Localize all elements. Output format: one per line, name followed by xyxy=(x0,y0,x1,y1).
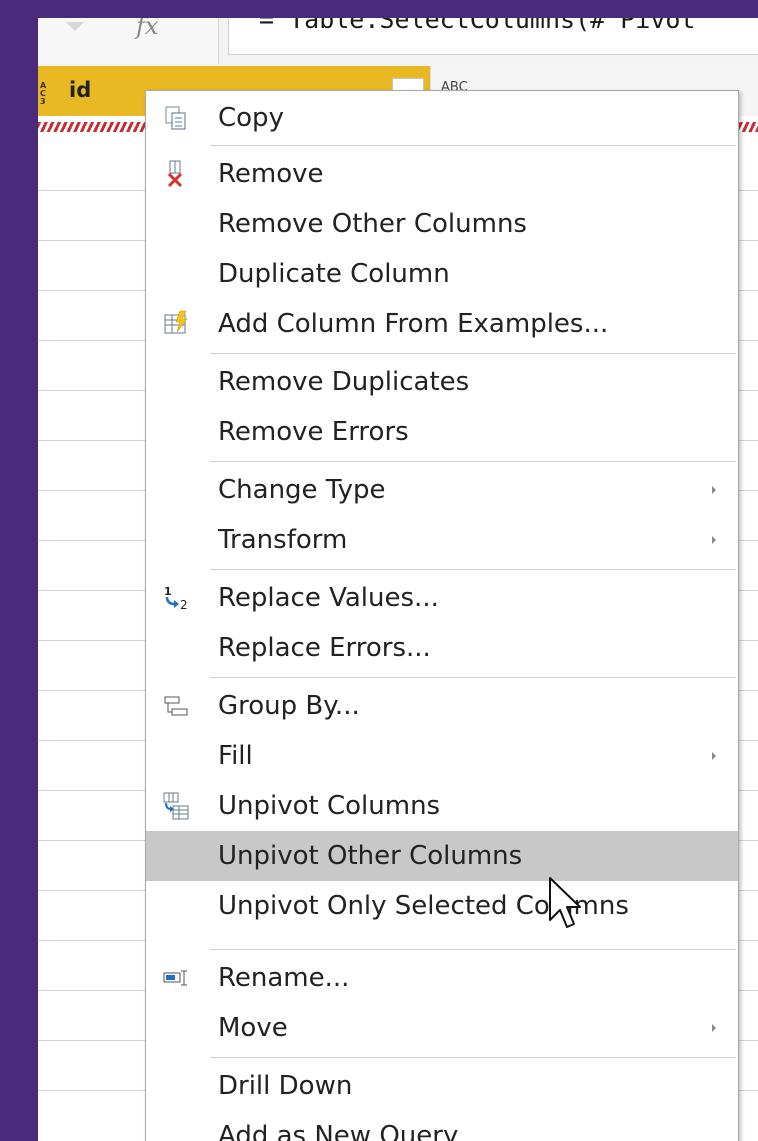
menu-item-label: Move xyxy=(218,1013,288,1043)
menu-item-label: Rename... xyxy=(218,963,350,993)
menu-separator xyxy=(210,1057,736,1058)
formula-input[interactable]: = Table.SelectColumns(#"Pivot xyxy=(228,18,758,55)
unpivot-columns-icon xyxy=(162,792,190,820)
menu-item-remove-errors[interactable]: Remove Errors xyxy=(146,407,738,457)
menu-item-duplicate-column[interactable]: Duplicate Column xyxy=(146,249,738,299)
menu-item-transform[interactable]: Transform xyxy=(146,515,738,565)
rename-icon xyxy=(162,964,190,992)
formula-text: = Table.SelectColumns(#"Pivot xyxy=(259,18,696,34)
menu-item-label: Transform xyxy=(218,525,348,555)
menu-item-label: Remove Other Columns xyxy=(218,209,527,239)
menu-item-label: Unpivot Columns xyxy=(218,791,441,821)
menu-item-move[interactable]: Move xyxy=(146,1003,738,1053)
submenu-arrow-icon xyxy=(712,486,716,494)
menu-item-label: Copy xyxy=(218,103,284,133)
menu-item-label: Fill xyxy=(218,741,253,771)
power-query-editor: fx = Table.SelectColumns(#"Pivot A C 3 i… xyxy=(38,18,758,1141)
submenu-arrow-icon xyxy=(712,1024,716,1032)
menu-item-copy[interactable]: Copy xyxy=(146,93,738,143)
menu-item-remove-duplicates[interactable]: Remove Duplicates xyxy=(146,357,738,407)
menu-item-unpivot-columns[interactable]: Unpivot Columns xyxy=(146,781,738,831)
menu-item-remove-other-columns[interactable]: Remove Other Columns xyxy=(146,199,738,249)
menu-item-replace-values[interactable]: 1 2 Replace Values... xyxy=(146,573,738,623)
mouse-cursor-icon xyxy=(548,876,582,930)
group-by-icon xyxy=(162,692,190,720)
svg-text:3: 3 xyxy=(40,97,46,106)
menu-item-label: Change Type xyxy=(218,475,386,505)
menu-item-drill-down[interactable]: Drill Down xyxy=(146,1061,738,1111)
chevron-down-icon[interactable] xyxy=(66,22,84,31)
menu-separator xyxy=(210,949,736,950)
menu-item-label: Duplicate Column xyxy=(218,259,450,289)
menu-item-label: Replace Errors... xyxy=(218,633,431,663)
submenu-arrow-icon xyxy=(712,752,716,760)
menu-separator xyxy=(210,353,736,354)
menu-item-label: Remove xyxy=(218,159,324,189)
column-type-icon[interactable]: A C 3 xyxy=(40,80,50,109)
menu-item-add-as-new-query[interactable]: Add as New Query xyxy=(146,1111,738,1141)
menu-item-label: Unpivot Other Columns xyxy=(218,841,523,871)
add-column-from-examples-icon xyxy=(162,310,190,338)
copy-icon xyxy=(162,104,190,132)
menu-item-label: Add as New Query xyxy=(218,1121,459,1141)
column-title: id xyxy=(69,78,92,102)
menu-item-rename[interactable]: Rename... xyxy=(146,953,738,1003)
submenu-arrow-icon xyxy=(712,536,716,544)
menu-item-fill[interactable]: Fill xyxy=(146,731,738,781)
menu-separator xyxy=(210,461,736,462)
menu-item-change-type[interactable]: Change Type xyxy=(146,465,738,515)
menu-item-group-by[interactable]: Group By... xyxy=(146,681,738,731)
menu-separator xyxy=(210,677,736,678)
svg-text:2: 2 xyxy=(180,598,188,612)
remove-icon xyxy=(162,160,190,188)
column-context-menu: Copy Remove Remove Other Columns Duplica… xyxy=(145,90,739,1141)
menu-item-add-column-from-examples[interactable]: Add Column From Examples... xyxy=(146,299,738,349)
menu-item-label: Group By... xyxy=(218,691,360,721)
menu-item-unpivot-only-selected-columns[interactable]: Unpivot Only Selected Columns xyxy=(146,881,738,931)
fx-icon: fx xyxy=(136,18,159,40)
menu-item-label: Replace Values... xyxy=(218,583,439,613)
menu-item-label: Add Column From Examples... xyxy=(218,309,609,339)
menu-separator xyxy=(210,145,736,146)
menu-item-unpivot-other-columns[interactable]: Unpivot Other Columns xyxy=(146,831,738,881)
menu-item-label: Remove Duplicates xyxy=(218,367,470,397)
menu-item-label: Drill Down xyxy=(218,1071,353,1101)
menu-item-remove[interactable]: Remove xyxy=(146,149,738,199)
menu-item-replace-errors[interactable]: Replace Errors... xyxy=(146,623,738,673)
replace-values-icon: 1 2 xyxy=(162,584,190,612)
formula-bar: fx = Table.SelectColumns(#"Pivot xyxy=(38,18,758,66)
formula-bar-dropdown[interactable]: fx xyxy=(38,18,219,64)
menu-item-label: Remove Errors xyxy=(218,417,409,447)
svg-text:1: 1 xyxy=(164,585,172,598)
menu-separator xyxy=(210,569,736,570)
